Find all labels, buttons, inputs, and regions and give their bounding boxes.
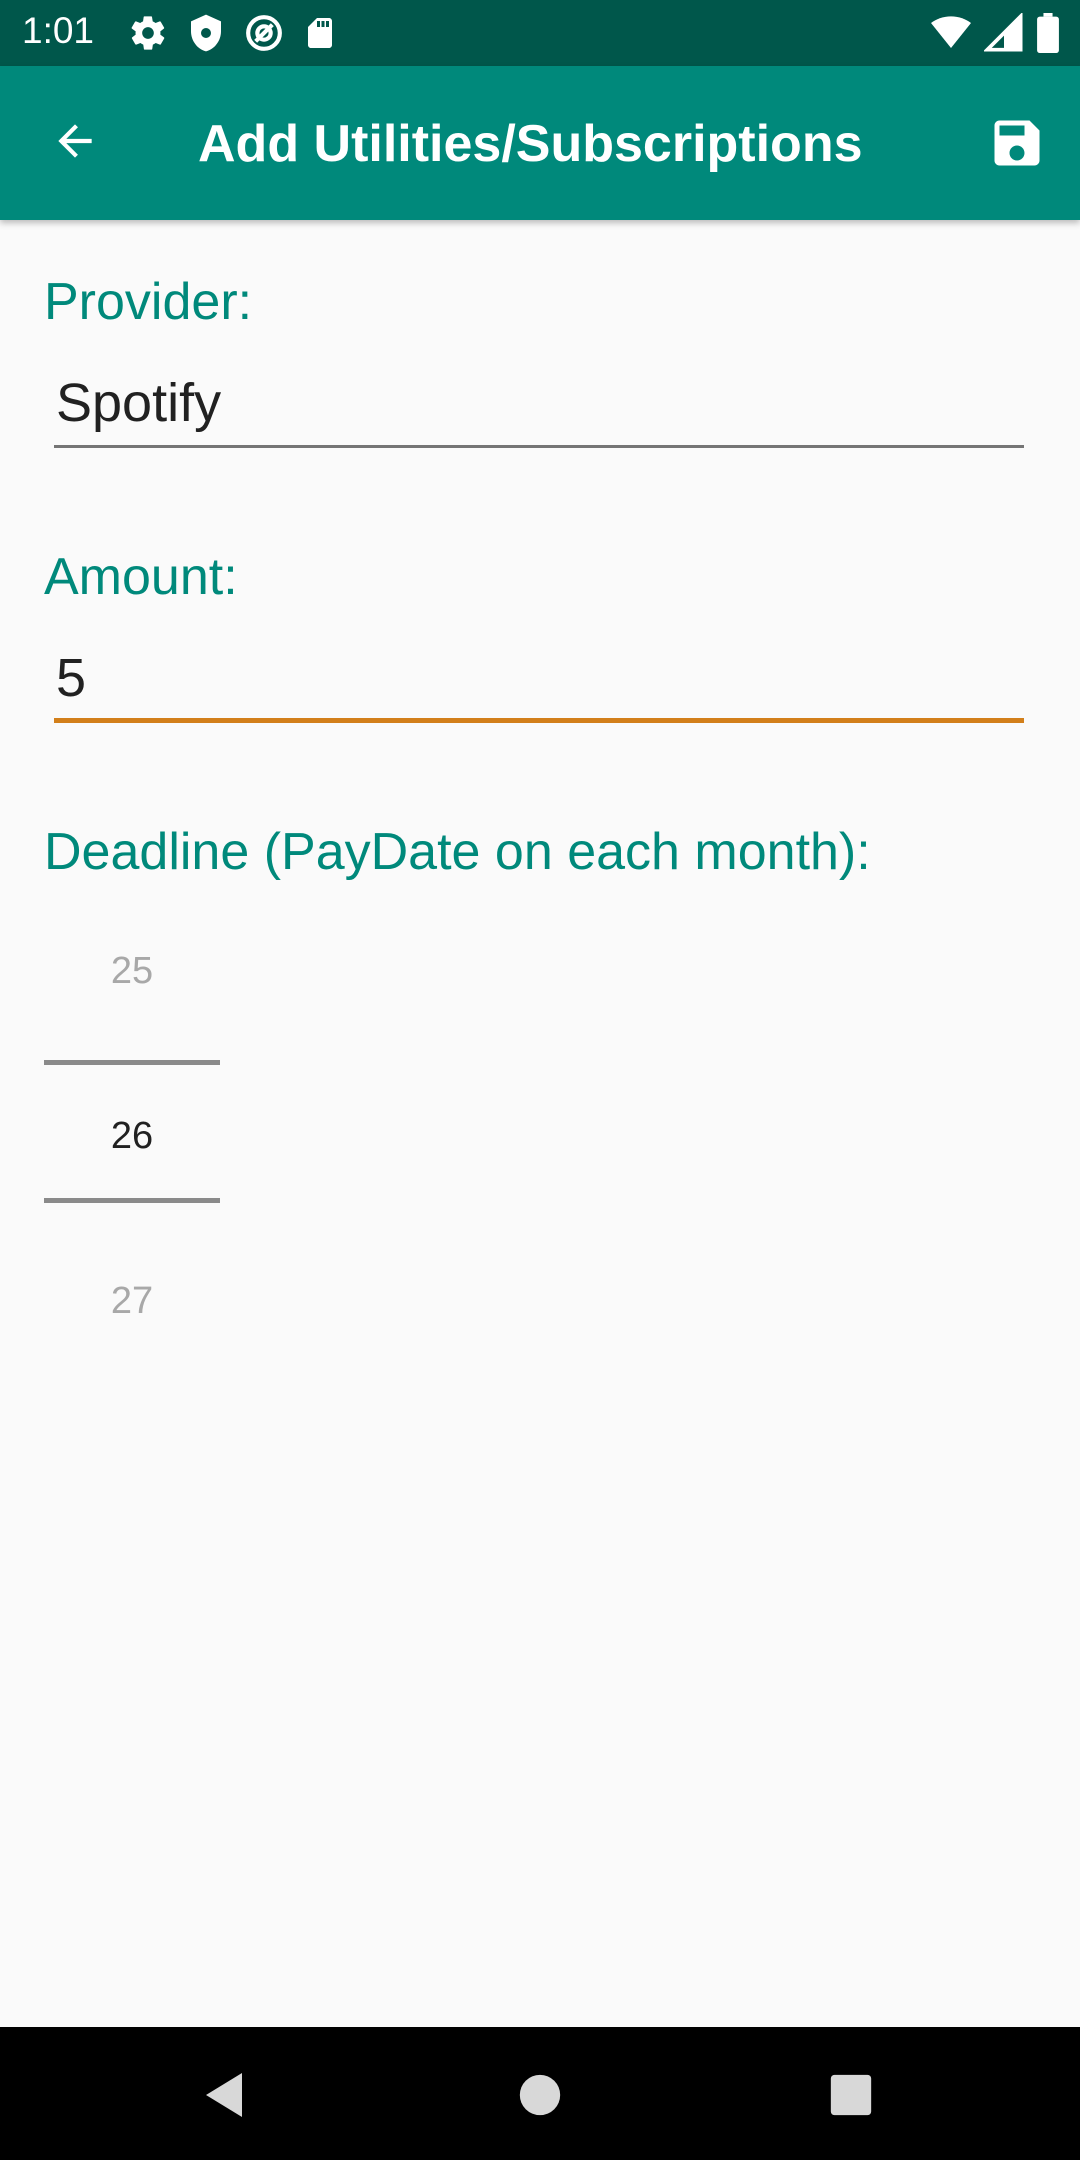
app-bar: Add Utilities/Subscriptions (0, 66, 1080, 220)
picker-divider-bottom (44, 1198, 220, 1203)
picker-next-value[interactable]: 27 (44, 1280, 220, 1323)
picker-selected-value[interactable]: 26 (44, 1115, 220, 1158)
deadline-label: Deadline (PayDate on each month): (44, 823, 871, 881)
amount-underline (54, 718, 1024, 723)
picker-divider-top (44, 1060, 220, 1065)
amount-value: 5 (56, 648, 87, 708)
battery-icon (1036, 13, 1060, 53)
status-bar: 1:01 (0, 0, 1080, 66)
navigation-bar (0, 2027, 1080, 2160)
save-button[interactable] (982, 110, 1052, 180)
status-icons-right (930, 13, 1060, 53)
amount-field[interactable]: 5 (54, 637, 1024, 723)
provider-underline (54, 445, 1024, 448)
picker-prev-value[interactable]: 25 (44, 950, 220, 993)
provider-value: Spotify (56, 373, 222, 433)
page-title: Add Utilities/Subscriptions (198, 115, 863, 173)
shield-icon (186, 13, 226, 53)
nav-home-button[interactable] (500, 2057, 580, 2137)
nav-back-button[interactable] (186, 2057, 266, 2137)
day-number-picker[interactable]: 25 26 27 (44, 915, 220, 1335)
provider-field[interactable]: Spotify (54, 362, 1024, 448)
amount-label: Amount: (44, 548, 238, 606)
signal-icon (984, 13, 1024, 53)
status-icons-left (128, 13, 338, 53)
gear-icon (128, 13, 168, 53)
status-time: 1:01 (22, 10, 95, 51)
home-circle-icon (518, 2073, 562, 2122)
wifi-icon (930, 13, 972, 53)
save-icon (987, 113, 1047, 178)
recents-square-icon (829, 2073, 873, 2122)
back-triangle-icon (202, 2069, 250, 2126)
back-button[interactable] (38, 111, 112, 175)
nav-recents-button[interactable] (811, 2057, 891, 2137)
at-sign-icon (244, 13, 284, 53)
arrow-back-icon (50, 116, 100, 171)
sd-card-icon (302, 13, 338, 53)
provider-label: Provider: (44, 273, 253, 331)
